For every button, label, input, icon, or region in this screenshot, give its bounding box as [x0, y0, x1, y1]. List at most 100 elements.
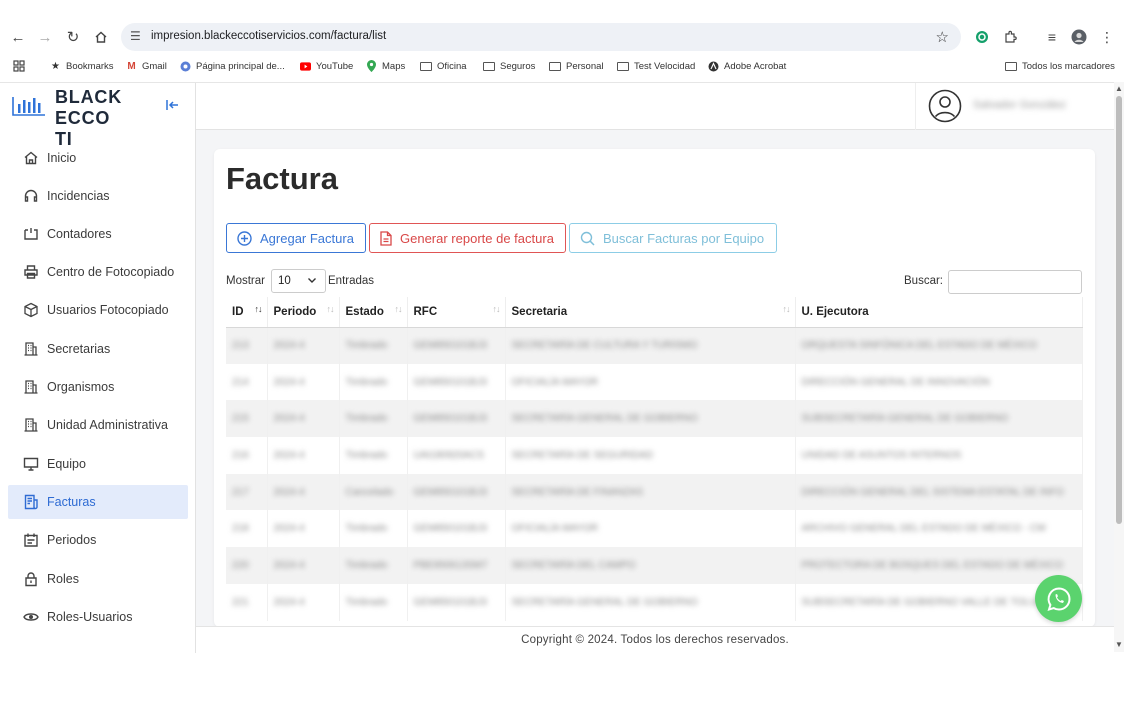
brand-logo-icon	[12, 97, 45, 116]
whatsapp-button[interactable]	[1035, 575, 1082, 622]
table-cell: SECRETARÍA DEL CAMPO	[505, 547, 796, 584]
bookmark-star-icon[interactable]: ☆	[936, 28, 949, 46]
table-cell: 2024-4	[267, 583, 340, 621]
column-header-secretaria[interactable]: Secretaria ↑↓	[505, 297, 796, 328]
column-header-rfc[interactable]: RFC ↑↓	[407, 297, 506, 328]
search-by-equipment-button[interactable]: Buscar Facturas por Equipo	[569, 223, 777, 253]
sidebar-item-roles[interactable]: Roles	[8, 562, 188, 596]
brand: BLACK ECCO TI	[12, 87, 192, 149]
scroll-thumb[interactable]	[1116, 96, 1122, 524]
search-label: Buscar:	[904, 275, 943, 287]
sidebar-item-organismos[interactable]: Organismos	[8, 370, 188, 404]
column-header-periodo[interactable]: Periodo ↑↓	[267, 297, 340, 328]
apps-grid-icon[interactable]	[13, 57, 25, 75]
top-header: Salvador González	[196, 83, 1114, 130]
sidebar-item-roles-usuarios[interactable]: Roles-Usuarios	[8, 600, 188, 634]
table-cell: SECRETARÍA DE CULTURA Y TURISMO	[505, 327, 796, 364]
bookmark-item[interactable]: Maps	[366, 57, 405, 75]
table-row[interactable]: 218 2024-4 Timbrado GEM850101BJ3 OFICIALÍA M…	[226, 510, 1083, 548]
counter-icon	[22, 226, 39, 243]
table-cell: SECRETARÍA GENERAL DE GOBIERNO	[505, 400, 796, 438]
table-search-input[interactable]	[948, 270, 1082, 294]
user-menu[interactable]: Salvador González	[915, 83, 1114, 130]
sidebar-item-incidencias[interactable]: Incidencias	[8, 179, 188, 213]
bookmark-item[interactable]: Página principal de...	[180, 57, 285, 75]
building-icon	[22, 379, 39, 396]
sort-icon: ↑↓	[326, 304, 335, 314]
table-cell: Timbrado	[339, 547, 408, 584]
plus-circle-icon	[237, 230, 252, 246]
bookmark-item[interactable]: Adobe Acrobat	[708, 57, 786, 75]
sidebar-item-inicio[interactable]: Inicio	[8, 141, 188, 175]
table-row[interactable]: 217 2024-4 Cancelado GEM850101BJ3 SECRETARÍA…	[226, 473, 1083, 511]
sidebar-item-centro-fotocopiado[interactable]: Centro de Fotocopiado	[8, 255, 188, 289]
folder-icon	[1005, 61, 1017, 71]
reading-list-icon[interactable]: ≡	[1043, 28, 1061, 46]
scroll-up-icon[interactable]: ▲	[1115, 84, 1123, 93]
table-row[interactable]: 220 2024-4 Timbrado PBE950613SM7 SECRETARÍA …	[226, 547, 1083, 584]
home-browser-icon[interactable]	[93, 29, 109, 45]
table-cell: Timbrado	[339, 327, 408, 364]
table-cell: PROTECTORA DE BOSQUES DEL ESTADO DE MÉXI…	[795, 547, 1083, 584]
url-text[interactable]: impresion.blackeccotiservicios.com/factu…	[151, 30, 386, 42]
sidebar-item-contadores[interactable]: Contadores	[8, 217, 188, 251]
table-row[interactable]: 214 2024-4 Timbrado GEM850101BJ3 OFICIALÍA M…	[226, 363, 1083, 401]
bookmark-item[interactable]: ★ Bookmarks	[50, 57, 114, 75]
sidebar-item-secretarias[interactable]: Secretarias	[8, 332, 188, 366]
page-size-select[interactable]: 10	[271, 269, 326, 293]
table-cell: 217	[226, 473, 268, 511]
table-cell: 213	[226, 327, 268, 364]
browser-menu-icon[interactable]: ⋮	[1098, 28, 1116, 46]
add-invoice-button[interactable]: Agregar Factura	[226, 223, 366, 253]
generate-report-button[interactable]: Generar reporte de factura	[369, 223, 566, 253]
folder-icon	[617, 61, 629, 71]
bookmark-item[interactable]: YouTube	[300, 57, 353, 75]
all-bookmarks[interactable]: Todos los marcadores	[1005, 57, 1115, 75]
reload-icon[interactable]: ↻	[65, 29, 81, 46]
column-header-u-ejecutora[interactable]: U. Ejecutora	[795, 297, 1083, 328]
table-cell: GEM850101BJ3	[407, 400, 506, 438]
table-row[interactable]: 221 2024-4 Timbrado GEM850101BJ3 SECRETARÍA …	[226, 583, 1083, 621]
table-row[interactable]: 215 2024-4 Timbrado GEM850101BJ3 SECRETARÍA …	[226, 400, 1083, 438]
table-cell: SECRETARÍA DE FINANZAS	[505, 473, 796, 511]
table-body: 213 2024-4 Timbrado GEM850101BJ3 SECRETARÍA …	[226, 327, 1083, 621]
sidebar-item-usuarios-fotocopiado[interactable]: Usuarios Fotocopiado	[8, 293, 188, 327]
table-row[interactable]: 213 2024-4 Timbrado GEM850101BJ3 SECRETARÍA …	[226, 327, 1083, 364]
page-scrollbar[interactable]: ▲ ▼	[1114, 82, 1124, 652]
sidebar-item-facturas[interactable]: Facturas	[8, 485, 188, 519]
table-cell: 221	[226, 583, 268, 621]
entries-label: Entradas	[328, 275, 375, 287]
bookmark-item[interactable]: Oficina	[420, 57, 467, 75]
table-cell: SUBSECRETARÍA GENERAL DE GOBIERNO	[795, 400, 1083, 438]
sidebar-item-periodos[interactable]: Periodos	[8, 523, 188, 557]
column-header-id[interactable]: ID ↑↓	[226, 297, 268, 328]
column-header-estado[interactable]: Estado ↑↓	[339, 297, 408, 328]
bookmark-item[interactable]: Seguros	[483, 57, 535, 75]
profile-avatar-icon[interactable]	[1070, 28, 1088, 46]
extensions-icon[interactable]	[1001, 28, 1019, 46]
grammarly-icon[interactable]	[973, 28, 991, 46]
globe-icon	[180, 61, 191, 72]
back-icon[interactable]: ←	[10, 29, 26, 46]
bookmark-item[interactable]: Test Velocidad	[617, 57, 695, 75]
address-bar[interactable]: ☰ impresion.blackeccotiservicios.com/fac…	[121, 23, 961, 51]
scroll-down-icon[interactable]: ▼	[1115, 640, 1123, 649]
sidebar-item-unidad-administrativa[interactable]: Unidad Administrativa	[8, 408, 188, 442]
table-cell: Cancelado	[339, 473, 408, 511]
sort-icon: ↑↓	[254, 304, 263, 314]
bookmark-item[interactable]: Personal	[549, 57, 604, 75]
page-title: Factura	[226, 161, 338, 196]
home-icon	[22, 150, 39, 167]
collapse-sidebar-icon[interactable]	[166, 98, 180, 114]
bookmark-item[interactable]: M Gmail	[126, 57, 166, 75]
forward-icon[interactable]: →	[37, 29, 53, 46]
site-info-icon[interactable]: ☰	[130, 29, 141, 43]
user-avatar-icon	[928, 89, 962, 123]
headset-icon	[22, 188, 39, 205]
table-cell: UAI180920ACS	[407, 437, 506, 474]
sidebar-item-equipo[interactable]: Equipo	[8, 447, 188, 481]
document-icon	[380, 230, 392, 246]
table-cell: 214	[226, 363, 268, 401]
table-row[interactable]: 216 2024-4 Timbrado UAI180920ACS SECRETARÍA …	[226, 437, 1083, 474]
table-cell: 218	[226, 510, 268, 548]
